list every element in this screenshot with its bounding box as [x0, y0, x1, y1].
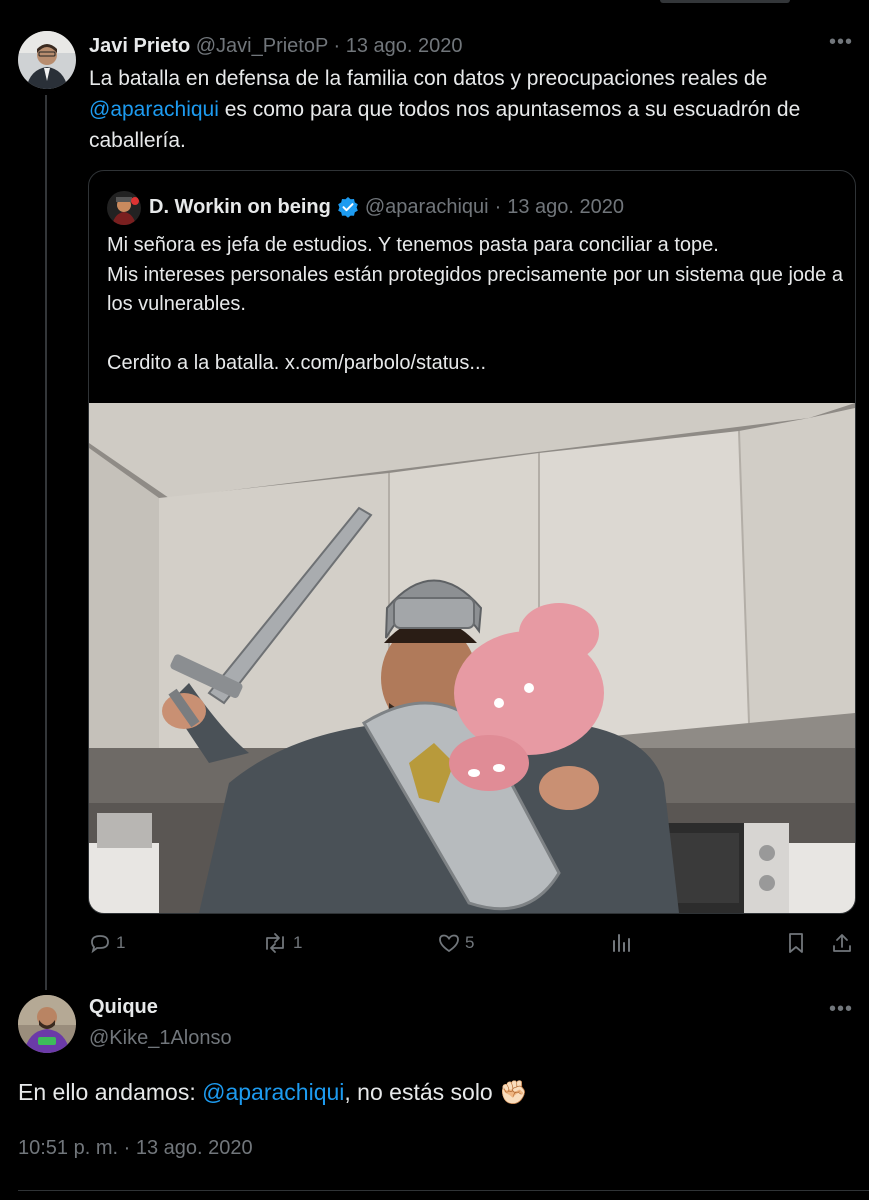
quoted-tweet-card[interactable]: D. Workin on being @aparachiqui · 13 ago… [88, 170, 856, 914]
reply-count: 1 [116, 933, 126, 952]
tweet-date[interactable]: 13 ago. 2020 [346, 35, 463, 57]
reply-timestamp: 10:51 p. m. · 13 ago. 2020 [18, 1137, 253, 1160]
bookmark-button[interactable] [784, 931, 808, 955]
more-icon[interactable]: ••• [829, 998, 853, 1021]
share-button[interactable] [830, 931, 854, 955]
mention-link[interactable]: @aparachiqui [202, 1079, 344, 1105]
quoted-line: Cerdito a la batalla. x.com/parbolo/stat… [107, 351, 487, 374]
quoted-author-name[interactable]: D. Workin on being [149, 194, 331, 220]
reply-text-part: , no estás solo [344, 1079, 500, 1105]
verified-icon [337, 196, 359, 218]
separator-dot: · [333, 35, 341, 57]
divider [18, 1190, 869, 1191]
thread-connector-line [45, 95, 47, 990]
author-handle[interactable]: @Javi_PrietoP [196, 35, 328, 57]
like-icon [439, 934, 459, 953]
author-name[interactable]: Javi Prieto [89, 35, 190, 57]
reply-author-handle[interactable]: @Kike_1Alonso [89, 1027, 232, 1050]
separator-dot: · [123, 1137, 131, 1159]
quoted-avatar[interactable] [107, 191, 141, 225]
reply-time[interactable]: 10:51 p. m. [18, 1137, 118, 1159]
avatar[interactable] [18, 995, 76, 1053]
avatar[interactable] [18, 31, 76, 89]
separator-dot: · [494, 196, 502, 218]
top-edge-fragment [660, 0, 790, 3]
views-button[interactable] [610, 931, 634, 955]
quoted-line: Mis intereses personales están protegido… [107, 263, 843, 316]
quoted-photo[interactable] [89, 403, 855, 913]
bookmark-icon [789, 933, 803, 953]
tweet-text-part: La batalla en defensa de la familia con … [89, 67, 768, 90]
like-button[interactable]: 5 [437, 931, 474, 955]
reply-button[interactable]: 1 [88, 931, 125, 955]
quoted-text: Mi señora es jefa de estudios. Y tenemos… [107, 231, 847, 378]
mention-link[interactable]: @aparachiqui [89, 98, 219, 121]
quoted-author-handle[interactable]: @aparachiqui [365, 194, 489, 220]
raised-fist-emoji: ✊🏻 [499, 1079, 528, 1105]
quoted-line: Mi señora es jefa de estudios. Y tenemos… [107, 234, 719, 256]
reply-text-part: En ello andamos: [18, 1079, 203, 1105]
share-icon [833, 934, 851, 952]
like-count: 5 [465, 933, 475, 952]
quoted-header: D. Workin on being @aparachiqui · 13 ago… [149, 194, 624, 220]
tweet-header: Javi Prieto @Javi_PrietoP · 13 ago. 2020 [89, 34, 463, 58]
reply-text: En ello andamos: @aparachiqui, no estás … [18, 1076, 528, 1108]
retweet-button[interactable]: 1 [261, 931, 302, 955]
reply-author-name[interactable]: Quique [89, 996, 158, 1019]
reply-date[interactable]: 13 ago. 2020 [136, 1137, 253, 1159]
more-icon[interactable]: ••• [829, 31, 853, 54]
quoted-date[interactable]: 13 ago. 2020 [507, 194, 624, 220]
retweet-count: 1 [293, 933, 303, 952]
retweet-icon [266, 933, 284, 953]
tweet-text: La batalla en defensa de la familia con … [89, 63, 859, 156]
views-icon [613, 934, 630, 952]
reply-icon [91, 935, 109, 954]
